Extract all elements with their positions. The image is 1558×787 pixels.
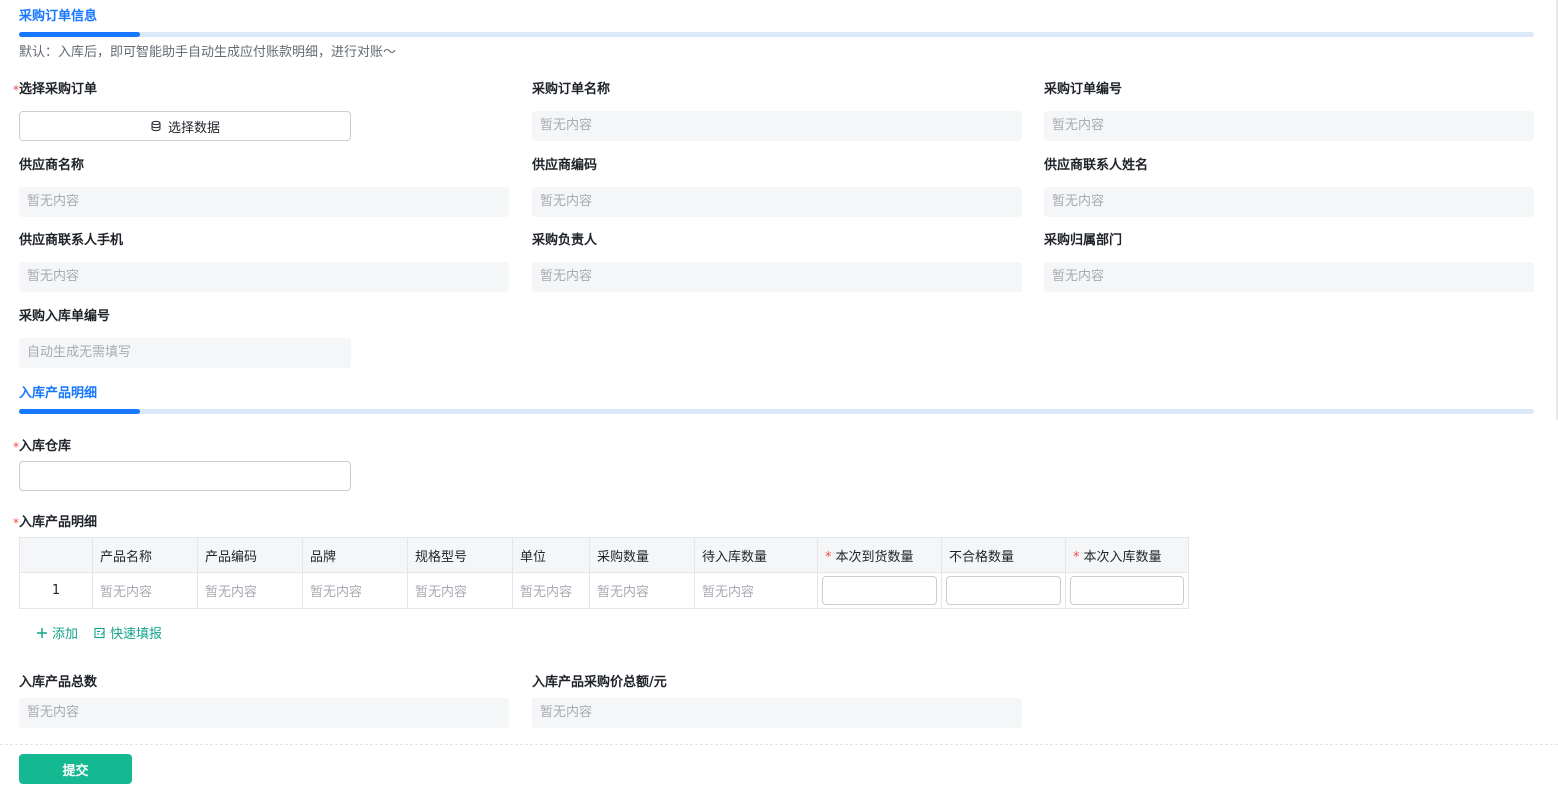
cell-brand: 暂无内容 (302, 572, 408, 609)
cell-arrival-qty (817, 572, 942, 609)
field-total-qty: 入库产品总数 暂无内容 (19, 675, 509, 728)
field-label: 供应商编码 (532, 158, 598, 173)
receipt-no-value: 自动生成无需填写 (19, 338, 351, 368)
field-label: 入库仓库 (19, 439, 72, 454)
cell-spec: 暂无内容 (407, 572, 513, 609)
plus-icon (37, 627, 47, 638)
cell-product-code: 暂无内容 (197, 572, 303, 609)
section-title: 采购订单信息 (19, 9, 98, 24)
product-detail-table: 产品名称 产品编码 品牌 规格型号 单位 采购数量 待入库数量 * 本次到货数量 … (19, 537, 1189, 609)
supplier-contact-value: 暂无内容 (1044, 187, 1534, 217)
section-divider (19, 32, 1534, 37)
field-purchaser: 采购负责人 暂无内容 (532, 233, 1022, 292)
order-name-value: 暂无内容 (532, 111, 1022, 141)
col-header-required: * 本次到货数量 (817, 537, 942, 573)
table-header-row: 产品名称 产品编码 品牌 规格型号 单位 采购数量 待入库数量 * 本次到货数量 … (19, 537, 1189, 573)
section-header-order: 采购订单信息 (19, 9, 1534, 37)
field-label: 入库产品总数 (19, 675, 98, 690)
col-header: 品牌 (302, 537, 408, 573)
field-supplier-phone: 供应商联系人手机 暂无内容 (19, 233, 509, 292)
required-mark: * (1073, 549, 1080, 565)
database-icon (151, 120, 161, 132)
cell-rejected-qty (941, 572, 1066, 609)
col-header: 不合格数量 (941, 537, 1066, 573)
field-label: 入库产品采购价总额/元 (532, 675, 667, 690)
field-total-amount: 入库产品采购价总额/元 暂无内容 (532, 675, 1022, 728)
section-header-detail: 入库产品明细 (19, 386, 1534, 414)
quick-fill-button[interactable]: 快速填报 (94, 623, 162, 642)
field-receipt-no: 采购入库单编号 自动生成无需填写 (19, 309, 351, 368)
total-qty-value: 暂无内容 (19, 698, 509, 728)
inbound-qty-input[interactable] (1070, 576, 1184, 605)
submit-button[interactable]: 提交 (19, 754, 132, 784)
rejected-qty-input[interactable] (946, 576, 1061, 605)
section-divider (19, 409, 1534, 414)
required-mark: * (13, 440, 19, 454)
col-header: 单位 (512, 537, 590, 573)
col-index-header (19, 537, 93, 573)
cell-purchase-qty: 暂无内容 (589, 572, 695, 609)
field-department: 采购归属部门 暂无内容 (1044, 233, 1534, 292)
field-label: 供应商名称 (19, 158, 85, 173)
add-row-button[interactable]: 添加 (36, 623, 78, 642)
purchaser-value: 暂无内容 (532, 262, 1022, 292)
cell-unit: 暂无内容 (512, 572, 590, 609)
field-label: 采购归属部门 (1044, 233, 1123, 248)
field-detail: * 入库产品明细 (13, 515, 98, 531)
order-no-value: 暂无内容 (1044, 111, 1534, 141)
field-order-no: 采购订单编号 暂无内容 (1044, 82, 1534, 141)
arrival-qty-input[interactable] (822, 576, 937, 605)
edit-form-icon (94, 627, 105, 638)
table-row: 1 暂无内容 暂无内容 暂无内容 暂无内容 暂无内容 暂无内容 暂无内容 (19, 572, 1189, 609)
section-title: 入库产品明细 (19, 386, 98, 401)
field-supplier-contact: 供应商联系人姓名 暂无内容 (1044, 158, 1534, 217)
department-value: 暂无内容 (1044, 262, 1534, 292)
supplier-phone-value: 暂无内容 (19, 262, 509, 292)
cell-pending-qty: 暂无内容 (694, 572, 818, 609)
cell-inbound-qty (1065, 572, 1189, 609)
required-mark: * (13, 516, 19, 530)
col-header: 规格型号 (407, 537, 513, 573)
field-label: 选择采购订单 (19, 82, 98, 97)
field-label: 采购负责人 (532, 233, 598, 248)
field-label: 采购订单编号 (1044, 82, 1123, 97)
col-header: 产品编码 (197, 537, 303, 573)
field-label: 采购入库单编号 (19, 309, 111, 324)
select-data-button[interactable]: 选择数据 (19, 111, 351, 141)
field-supplier-code: 供应商编码 暂无内容 (532, 158, 1022, 217)
required-mark: * (13, 83, 19, 97)
field-label: 采购订单名称 (532, 82, 611, 97)
quick-fill-label: 快速填报 (110, 627, 163, 642)
select-data-label: 选择数据 (167, 120, 220, 136)
field-label: 入库产品明细 (19, 515, 98, 530)
auto-hint-text: 默认：入库后，即可智能助手自动生成应付账款明细，进行对账～ (19, 45, 397, 60)
col-header: 采购数量 (589, 537, 695, 573)
field-supplier-name: 供应商名称 暂无内容 (19, 158, 509, 217)
field-label: 供应商联系人手机 (19, 233, 124, 248)
footer-divider (0, 744, 1558, 745)
total-amount-value: 暂无内容 (532, 698, 1022, 728)
col-header-required: * 本次入库数量 (1065, 537, 1189, 573)
supplier-code-value: 暂无内容 (532, 187, 1022, 217)
row-index: 1 (19, 572, 93, 609)
field-order-name: 采购订单名称 暂无内容 (532, 82, 1022, 141)
field-label: 供应商联系人姓名 (1044, 158, 1149, 173)
add-row-label: 添加 (52, 627, 79, 642)
supplier-name-value: 暂无内容 (19, 187, 509, 217)
field-warehouse: * 入库仓库 (13, 439, 351, 491)
required-mark: * (825, 549, 832, 565)
table-actions: 添加 快速填报 (36, 623, 162, 642)
cell-product-name: 暂无内容 (92, 572, 198, 609)
col-header: 待入库数量 (694, 537, 818, 573)
warehouse-input[interactable] (19, 461, 351, 491)
col-header: 产品名称 (92, 537, 198, 573)
field-select-order: * 选择采购订单 选择数据 (13, 82, 351, 141)
